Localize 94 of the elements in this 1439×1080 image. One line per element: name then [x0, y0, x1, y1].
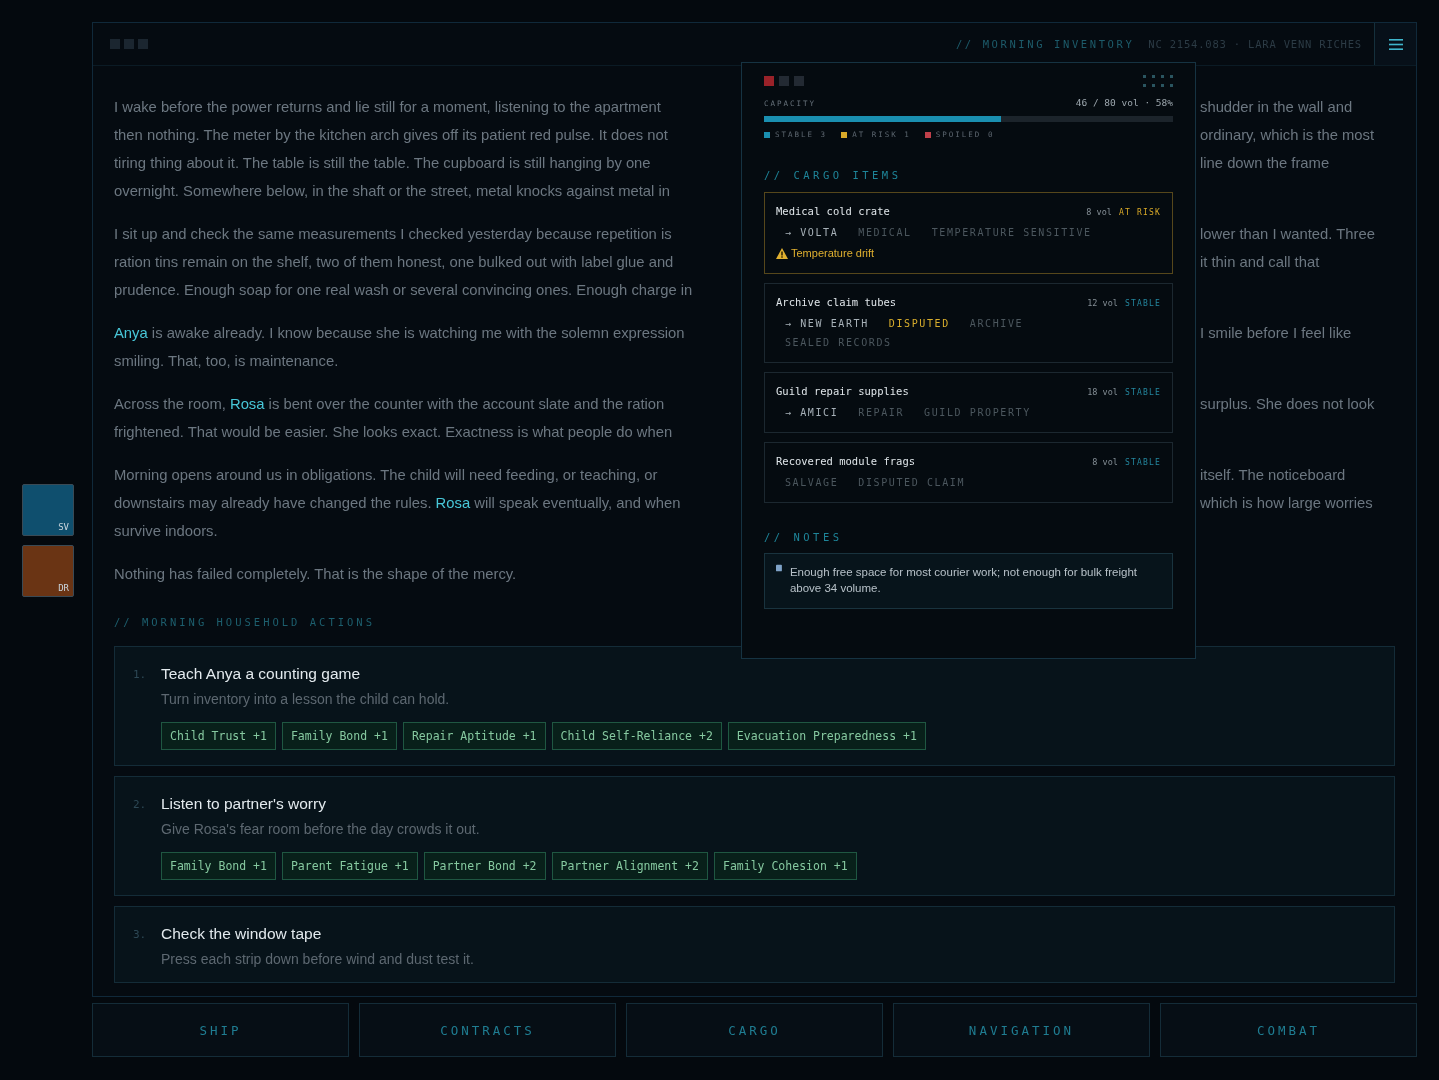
cargo-name: Archive claim tubes [776, 296, 897, 308]
story-text: then nothing. The meter by the kitchen arch gives off its patient red pulse. It does not [114, 126, 668, 145]
effect-tag: Child Self-Reliance +2 [551, 722, 722, 750]
story-text: overnight. Somewhere below, in the shaft or the street, metal knocks against metal in [114, 182, 670, 201]
story-text: I smile before I feel like [1200, 324, 1352, 343]
section-title: // MORNING INVENTORY [955, 38, 1135, 50]
warning-icon [776, 247, 788, 259]
nav-tab[interactable]: COMBAT [1160, 1003, 1417, 1057]
cargo-status: STABLE [1124, 458, 1161, 467]
cargo-name: Guild repair supplies [776, 385, 909, 397]
menu-icon [1388, 38, 1403, 50]
action-number: 2. [133, 797, 148, 813]
shortcut-tile[interactable]: SV [22, 484, 74, 536]
action-card[interactable]: 2. Listen to partner's worry Give Rosa's fear room before the day crowds it out. Family Bond +1 Parent Fatigue +1 Partner Bond +2 Partner Alignment +2 Family Cohesion +1 [114, 776, 1395, 896]
story-text: smiling. That, too, is maintenance. [114, 352, 339, 371]
shortcut-tile[interactable]: DR [22, 545, 74, 597]
story-text: Anya is awake already. I know because she is watching me with the solemn expression [114, 324, 685, 343]
cargo-tag: SALVAGE [785, 477, 839, 488]
story-text: it thin and call that [1200, 253, 1320, 272]
effect-tag: Parent Fatigue +1 [281, 852, 418, 880]
story-text: Nothing has failed completely. That is the shape of the mercy. [114, 565, 517, 584]
cargo-name: Medical cold crate [776, 205, 890, 217]
story-text: prudence. Enough soap for one real wash or several convincing ones. Enough charge in [114, 281, 693, 300]
action-title: Check the window tape [161, 925, 323, 943]
section-heading: // NOTES [764, 531, 844, 543]
story-text: I sit up and check the same measurements I checked yesterday because repetition is [114, 225, 672, 244]
cargo-tag: REPAIR [858, 407, 905, 418]
story-text: shudder in the wall and [1200, 98, 1353, 117]
cargo-status: AT RISK [1118, 208, 1161, 217]
story-text: itself. The noticeboard [1200, 466, 1346, 485]
cargo-status: STABLE [1124, 299, 1161, 308]
cargo-tag: → VOLTA [785, 227, 839, 238]
nav-tab[interactable]: CONTRACTS [359, 1003, 616, 1057]
actions-heading: // MORNING HOUSEHOLD ACTIONS [114, 616, 376, 628]
cargo-volume: 8 vol [1092, 457, 1118, 467]
effect-tag: Family Bond +1 [161, 852, 276, 880]
effect-tag: Partner Alignment +2 [551, 852, 708, 880]
effect-tag: Child Trust +1 [161, 722, 276, 750]
nav-tab[interactable]: CARGO [626, 1003, 883, 1057]
action-description: Press each strip down before wind and dust test it. [161, 951, 474, 967]
nav-tab[interactable]: NAVIGATION [893, 1003, 1150, 1057]
cargo-item-card[interactable]: Medical cold crate 8 vol AT RISK → VOLTA MEDICAL TEMPERATURE SENSITIVE Temperature drift [764, 192, 1173, 274]
note-text: Enough free space for most courier work; not enough for bulk freight above 34 volume. [789, 565, 1138, 596]
cargo-tag: MEDICAL [858, 227, 912, 238]
story-text: which is how large worries [1200, 494, 1373, 513]
story-text: I wake before the power returns and lie still for a moment, listening to the apartment [114, 98, 661, 117]
cargo-tag: DISPUTED CLAIM [858, 477, 966, 488]
action-title: Listen to partner's worry [161, 795, 327, 813]
story-text: Across the room, Rosa is bent over the counter with the account slate and the ration [114, 395, 665, 414]
cargo-volume: 12 vol [1087, 298, 1118, 308]
effect-tag: Repair Aptitude +1 [402, 722, 546, 750]
cargo-tag: → AMICI [785, 407, 839, 418]
cargo-volume: 18 vol [1087, 387, 1118, 397]
story-text: ration tins remain on the shelf, two of them honest, one bulked out with label glue and [114, 253, 674, 272]
cargo-tag: DISPUTED [888, 318, 950, 329]
capacity-reading: 46 / 80 vol · 58% [1075, 97, 1173, 108]
cargo-status: STABLE [1124, 388, 1161, 397]
action-card[interactable]: 1. Teach Anya a counting game Turn inventory into a lesson the child can hold. Child Trust +1 Family Bond +1 Repair Aptitude +1 Child Self-Reliance +2 Evacuation Preparedness +1 [114, 646, 1395, 766]
cargo-tag: SEALED RECORDS [785, 337, 892, 348]
nav-tab[interactable]: SHIP [92, 1003, 349, 1057]
cargo-item-card[interactable]: Recovered module frags 8 vol STABLE SALVAGE DISPUTED CLAIM [764, 442, 1173, 503]
grid-dots-icon [1143, 75, 1173, 87]
effect-tag: Family Cohesion +1 [714, 852, 857, 880]
cargo-tag: → NEW EARTH [785, 318, 869, 329]
cargo-volume: 8 vol [1086, 207, 1112, 217]
cargo-item-card[interactable]: Archive claim tubes 12 vol STABLE → NEW EARTH DISPUTED ARCHIVE SEALED RECORDS [764, 283, 1173, 363]
window-dots-icon [110, 39, 148, 49]
story-text: lower than I wanted. Three [1200, 225, 1375, 244]
story-text: frightened. That would be easier. She looks exact. Exactness is what people do when [114, 423, 673, 442]
story-text: surplus. She does not look [1200, 395, 1375, 414]
cargo-item-card[interactable]: Guild repair supplies 18 vol STABLE → AMICI REPAIR GUILD PROPERTY [764, 372, 1173, 433]
story-text: ordinary, which is the most [1200, 126, 1375, 145]
alert-text: Temperature drift [791, 247, 875, 259]
story-text: line down the frame [1200, 154, 1330, 173]
story-text: survive indoors. [114, 522, 218, 541]
section-heading: // CARGO ITEMS [764, 169, 903, 181]
action-description: Turn inventory into a lesson the child can hold. [161, 691, 451, 707]
action-number: 1. [133, 667, 148, 683]
effect-tag: Partner Bond +2 [423, 852, 546, 880]
cargo-tag: TEMPERATURE SENSITIVE [931, 227, 1092, 238]
action-title: Teach Anya a counting game [161, 665, 362, 683]
cargo-tag: ARCHIVE [969, 318, 1024, 329]
story-text: downstairs may already have changed the rules. Rosa will speak eventually, and when [114, 494, 681, 513]
effect-tag: Evacuation Preparedness +1 [727, 722, 926, 750]
menu-button[interactable] [1374, 23, 1416, 65]
cargo-tag: GUILD PROPERTY [924, 407, 1031, 418]
action-card[interactable]: 3. Check the window tape Press each strip down before wind and dust test it. [114, 906, 1395, 983]
cargo-name: Recovered module frags [776, 455, 916, 467]
action-description: Give Rosa's fear room before the day crowds it out. [161, 821, 481, 837]
story-text: tiring thing about it. The table is still the table. The cupboard is still hanging by one [114, 154, 651, 173]
effect-tag: Family Bond +1 [281, 722, 397, 750]
action-number: 3. [133, 927, 148, 943]
window-dots-icon [764, 76, 804, 86]
story-text: Morning opens around us in obligations. The child will need feeding, or teaching, or [114, 466, 658, 485]
